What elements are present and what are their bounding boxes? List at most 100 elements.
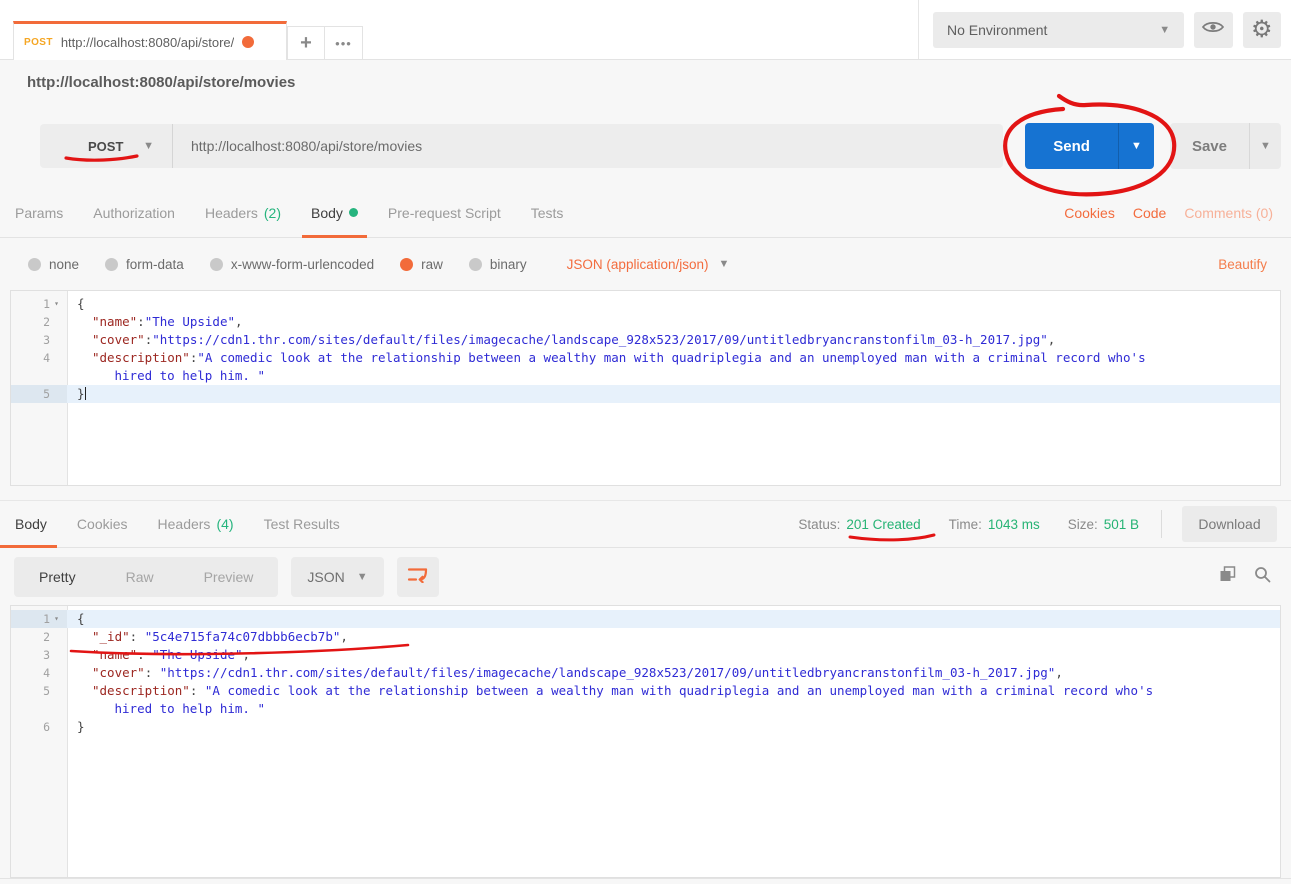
radio-icon xyxy=(28,258,41,271)
code-line: 3"name": "The Upside", xyxy=(11,646,1280,664)
chevron-down-icon: ▼ xyxy=(1260,140,1271,152)
response-format-value: JSON xyxy=(307,569,344,585)
code-line: 4"description":"A comedic look at the re… xyxy=(11,349,1280,367)
section-gap xyxy=(0,486,1291,500)
chevron-down-icon: ▼ xyxy=(143,140,154,152)
environment-selected-label: No Environment xyxy=(947,22,1047,38)
tab-pre-request-script[interactable]: Pre-request Script xyxy=(388,188,501,237)
view-pretty[interactable]: Pretty xyxy=(14,557,101,597)
header-bar: POST http://localhost:8080/api/store/ + … xyxy=(0,0,1291,60)
radio-selected-icon xyxy=(400,258,413,271)
send-button-group: Send ▼ xyxy=(1025,123,1154,169)
code-line: hired to help him. " xyxy=(11,367,1280,385)
save-button[interactable]: Save xyxy=(1170,123,1249,169)
code-line: 2"_id": "5c4e715fa74c07dbbb6ecb7b", xyxy=(11,628,1280,646)
response-tab-cookies[interactable]: Cookies xyxy=(77,501,128,547)
send-options-button[interactable]: ▼ xyxy=(1118,123,1154,169)
cookies-link[interactable]: Cookies xyxy=(1064,205,1115,221)
body-type-row: none form-data x-www-form-urlencoded raw… xyxy=(0,238,1291,290)
send-button[interactable]: Send xyxy=(1025,123,1118,169)
download-button[interactable]: Download xyxy=(1182,506,1277,542)
response-toolbar: Pretty Raw Preview JSON ▼ xyxy=(0,548,1291,605)
chevron-down-icon: ▼ xyxy=(1159,24,1170,36)
time-label: Time: xyxy=(949,517,982,532)
postman-app: POST http://localhost:8080/api/store/ + … xyxy=(0,0,1291,884)
radio-icon xyxy=(210,258,223,271)
wrap-lines-button[interactable] xyxy=(397,557,439,597)
url-input-value: http://localhost:8080/api/store/movies xyxy=(191,138,422,154)
size-value: 501 B xyxy=(1104,517,1139,532)
request-body-editor[interactable]: 1▾{2"name":"The Upside",3"cover":"https:… xyxy=(10,290,1281,486)
settings-button[interactable]: ⚙ xyxy=(1243,12,1281,48)
code-line: hired to help him. " xyxy=(11,700,1280,718)
body-type-form-data[interactable]: form-data xyxy=(105,257,184,272)
response-tab-test-results[interactable]: Test Results xyxy=(264,501,340,547)
size-label: Size: xyxy=(1068,517,1098,532)
code-line: 2"name":"The Upside", xyxy=(11,313,1280,331)
tab-headers[interactable]: Headers(2) xyxy=(205,188,281,237)
response-view-switcher: Pretty Raw Preview xyxy=(14,557,278,597)
environment-area: No Environment ▼ ⚙ xyxy=(918,0,1291,59)
response-body-editor[interactable]: 1▾{2"_id": "5c4e715fa74c07dbbb6ecb7b",3"… xyxy=(10,605,1281,878)
save-button-group: Save ▼ xyxy=(1170,123,1281,169)
radio-icon xyxy=(105,258,118,271)
unsaved-indicator-dot xyxy=(242,36,254,48)
environment-quick-look-button[interactable] xyxy=(1194,12,1232,48)
body-type-binary[interactable]: binary xyxy=(469,257,527,272)
search-icon xyxy=(1254,566,1271,588)
content-type-select[interactable]: JSON (application/json) ▼ xyxy=(567,257,730,272)
more-tabs-button[interactable]: ••• xyxy=(325,26,363,60)
body-type-raw[interactable]: raw xyxy=(400,257,443,272)
body-type-x-www-form-urlencoded[interactable]: x-www-form-urlencoded xyxy=(210,257,374,272)
view-preview[interactable]: Preview xyxy=(179,557,279,597)
tab-tests[interactable]: Tests xyxy=(531,188,564,237)
code-line: 4"cover": "https://cdn1.thr.com/sites/de… xyxy=(11,664,1280,682)
chevron-down-icon: ▼ xyxy=(718,258,729,270)
gear-icon: ⚙ xyxy=(1251,18,1273,42)
word-wrap-icon xyxy=(407,566,428,588)
save-options-button[interactable]: ▼ xyxy=(1249,123,1281,169)
divider xyxy=(1161,510,1162,538)
response-tab-headers[interactable]: Headers(4) xyxy=(158,501,234,547)
request-links: Cookies Code Comments (0) xyxy=(1064,205,1273,221)
response-format-select[interactable]: JSON ▼ xyxy=(291,557,383,597)
code-line: 1▾{ xyxy=(11,610,1280,628)
content-type-value: JSON (application/json) xyxy=(567,257,709,272)
response-tools xyxy=(1219,566,1271,588)
method-select[interactable]: POST ▼ xyxy=(40,124,173,168)
url-group: POST ▼ http://localhost:8080/api/store/m… xyxy=(40,124,1003,168)
fold-caret-icon[interactable]: ▾ xyxy=(50,610,63,628)
environment-selector[interactable]: No Environment ▼ xyxy=(933,12,1184,48)
status-label: Status: xyxy=(798,517,840,532)
beautify-link[interactable]: Beautify xyxy=(1218,257,1267,272)
new-tab-button[interactable]: + xyxy=(287,26,325,60)
url-input[interactable]: http://localhost:8080/api/store/movies xyxy=(173,124,1003,168)
code-line: 6} xyxy=(11,718,1280,736)
comments-link[interactable]: Comments (0) xyxy=(1184,205,1273,221)
method-select-value: POST xyxy=(88,139,123,154)
tab-method-badge: POST xyxy=(24,37,53,48)
search-response-button[interactable] xyxy=(1254,566,1271,588)
body-type-none[interactable]: none xyxy=(28,257,79,272)
tab-authorization[interactable]: Authorization xyxy=(93,188,175,237)
request-title-row: http://localhost:8080/api/store/movies xyxy=(0,60,1291,104)
code-line: 3"cover":"https://cdn1.thr.com/sites/def… xyxy=(11,331,1280,349)
status-value: 201 Created xyxy=(846,517,920,532)
code-link[interactable]: Code xyxy=(1133,205,1166,221)
copy-response-button[interactable] xyxy=(1219,566,1236,588)
response-tab-body[interactable]: Body xyxy=(15,501,47,547)
body-filled-dot xyxy=(349,208,358,217)
tab-body[interactable]: Body xyxy=(311,188,358,237)
fold-caret-icon[interactable]: ▾ xyxy=(50,295,63,313)
response-status-bar: Status: 201 Created Time: 1043 ms Size: … xyxy=(798,506,1277,542)
copy-icon xyxy=(1219,566,1236,588)
text-cursor xyxy=(85,387,86,400)
request-tabs: Params Authorization Headers(2) Body Pre… xyxy=(0,188,1291,238)
request-title: http://localhost:8080/api/store/movies xyxy=(27,74,295,91)
tab-params[interactable]: Params xyxy=(15,188,63,237)
tab-url-label: http://localhost:8080/api/store/ xyxy=(61,35,234,50)
chevron-down-icon: ▼ xyxy=(357,571,368,583)
view-raw[interactable]: Raw xyxy=(101,557,179,597)
url-builder-row: POST ▼ http://localhost:8080/api/store/m… xyxy=(0,104,1291,188)
request-tab[interactable]: POST http://localhost:8080/api/store/ xyxy=(13,21,287,60)
